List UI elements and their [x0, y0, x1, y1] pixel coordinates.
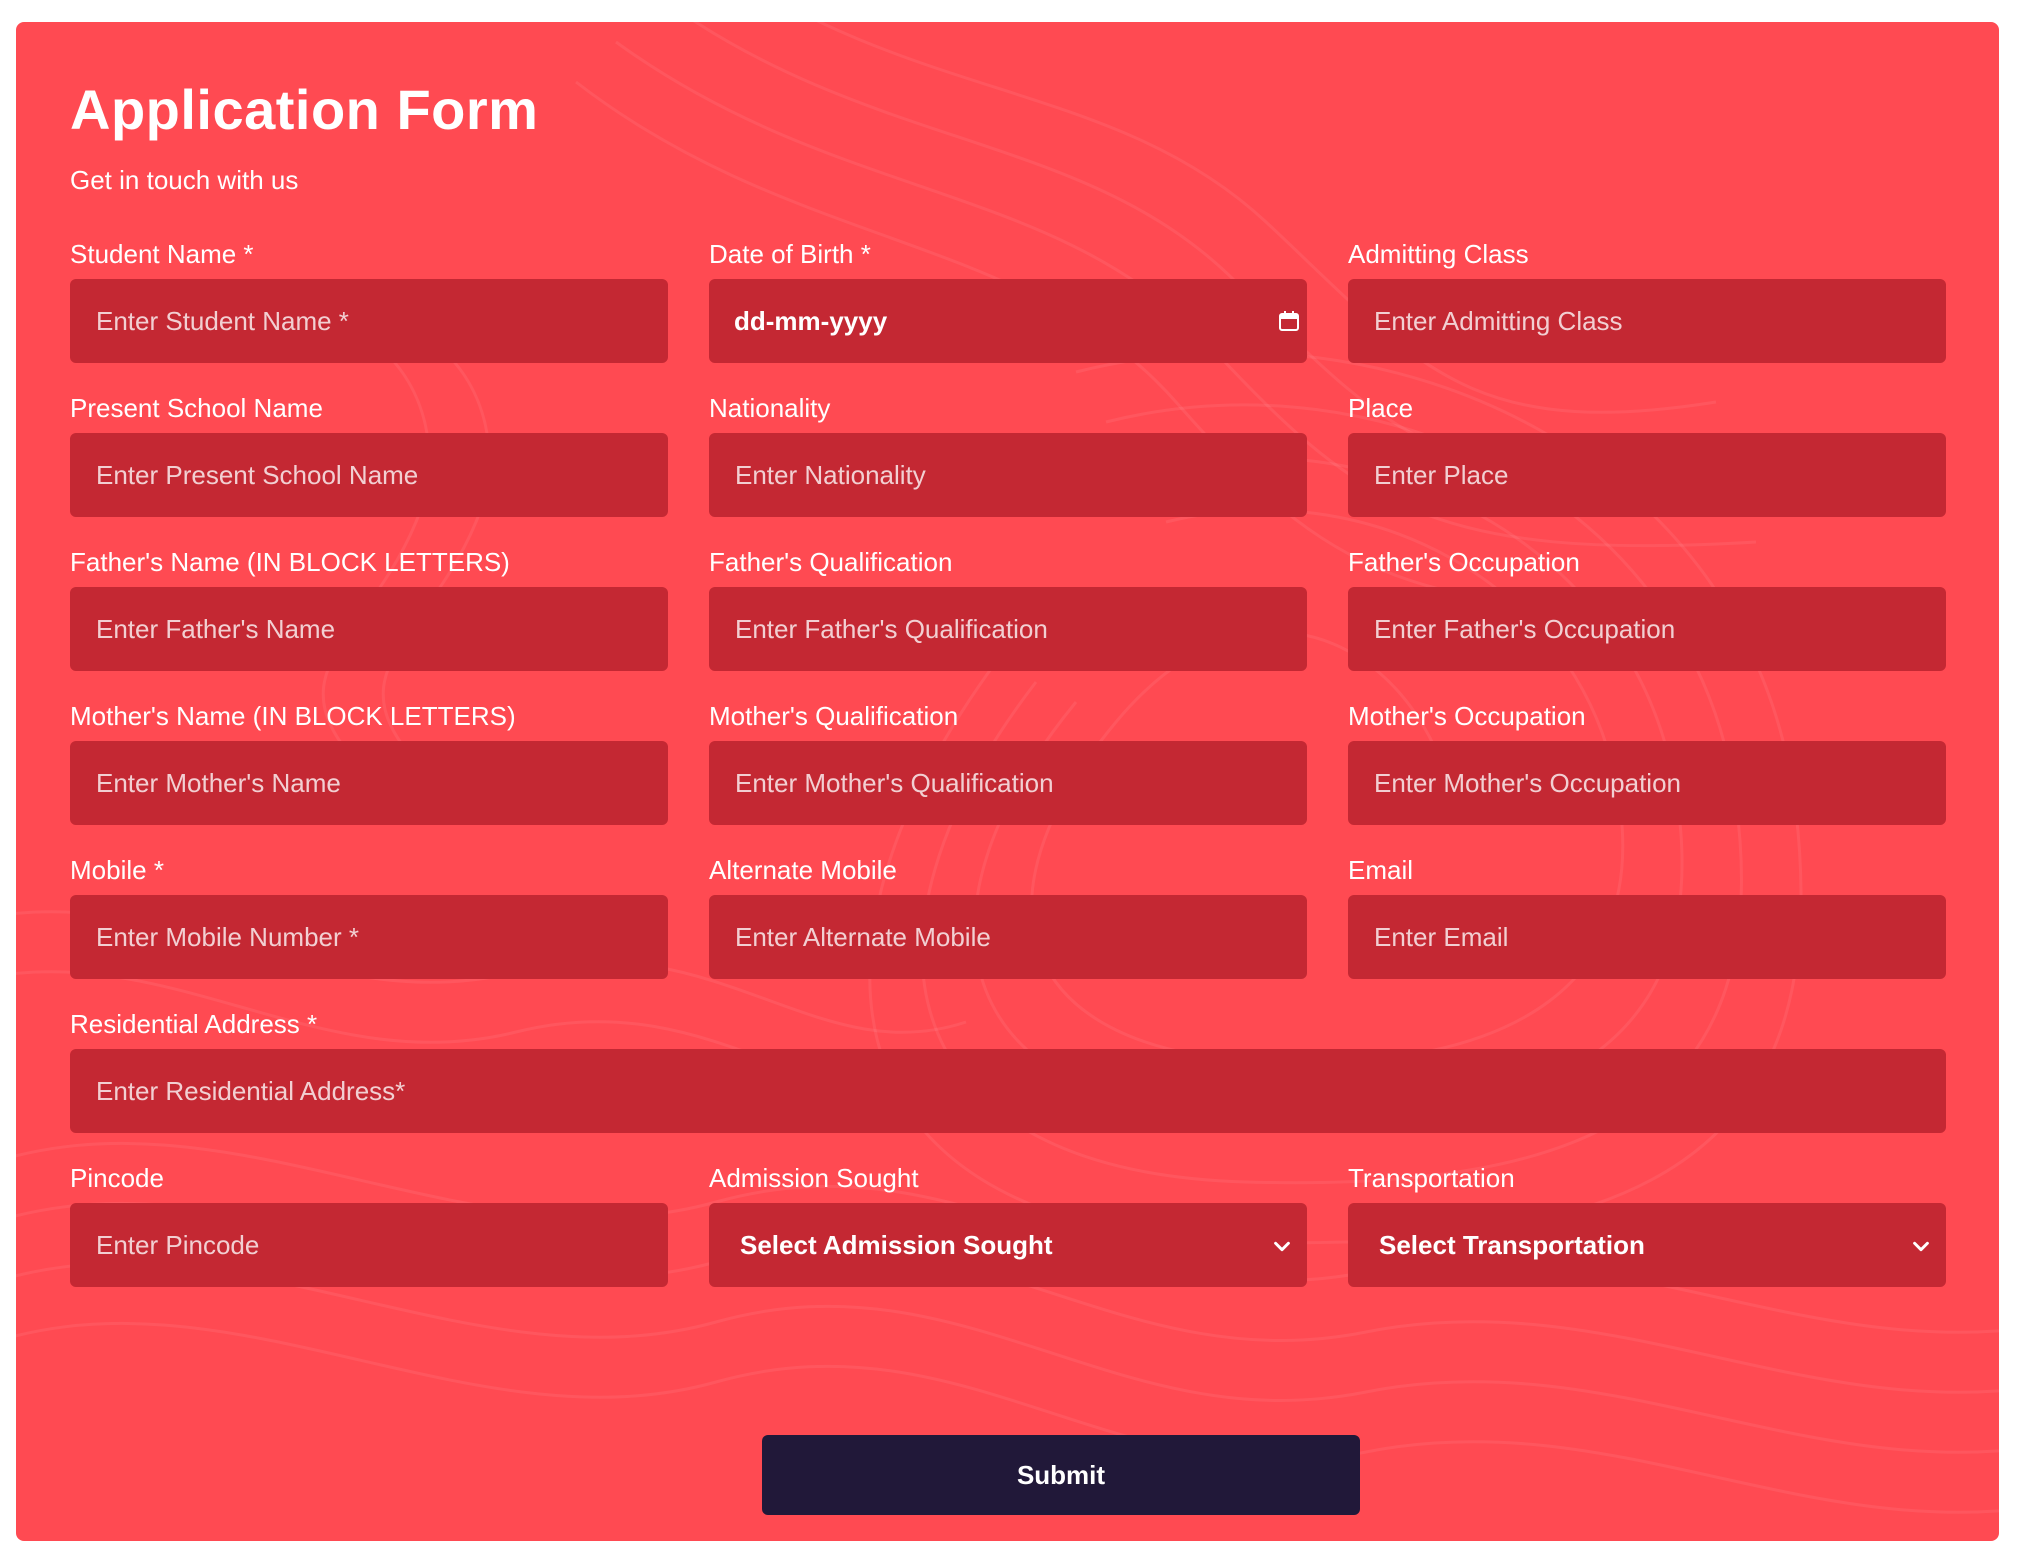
alternate-mobile-label: Alternate Mobile	[709, 855, 897, 885]
mother-occupation-box	[1348, 741, 1946, 825]
father-qualification-box	[709, 587, 1307, 671]
nationality-box	[709, 433, 1307, 517]
form-title: Application Form	[70, 78, 539, 141]
father-qualification-label: Father's Qualification	[709, 547, 953, 577]
chevron-down-icon	[1913, 1241, 1929, 1252]
pincode-input[interactable]	[70, 1203, 668, 1287]
field-admitting-class: Admitting Class	[1348, 241, 1946, 363]
present-school-input[interactable]	[70, 433, 668, 517]
father-name-input[interactable]	[70, 587, 668, 671]
chevron-down-icon	[1274, 1241, 1290, 1252]
admission-sought-selected: Select Admission Sought	[740, 1230, 1053, 1260]
field-mother-occupation: Mother's Occupation	[1348, 703, 1946, 825]
mother-qualification-label: Mother's Qualification	[709, 701, 959, 731]
field-residential-address: Residential Address *	[70, 1011, 1946, 1133]
mother-qualification-input[interactable]	[709, 741, 1307, 825]
field-nationality: Nationality	[709, 395, 1307, 517]
father-name-box	[70, 587, 668, 671]
calendar-icon[interactable]	[1277, 309, 1301, 333]
alternate-mobile-box	[709, 895, 1307, 979]
admitting-class-label: Admitting Class	[1348, 239, 1529, 269]
transportation-select[interactable]: Select Transportation	[1348, 1203, 1946, 1287]
field-student-name: Student Name *	[70, 241, 668, 363]
date-of-birth-value: dd-mm-yyyy	[734, 306, 888, 336]
mother-qualification-box	[709, 741, 1307, 825]
father-qualification-input[interactable]	[709, 587, 1307, 671]
field-present-school: Present School Name	[70, 395, 668, 517]
place-label: Place	[1348, 393, 1414, 423]
form-subtitle: Get in touch with us	[70, 165, 299, 196]
pincode-label: Pincode	[70, 1163, 164, 1193]
alternate-mobile-input[interactable]	[709, 895, 1307, 979]
email-label: Email	[1348, 855, 1414, 885]
father-occupation-box	[1348, 587, 1946, 671]
form-fields-grid: Student Name * Date of Birth * dd-mm-yyy…	[70, 241, 1946, 1287]
field-mobile: Mobile *	[70, 857, 668, 979]
mobile-box	[70, 895, 668, 979]
mobile-label: Mobile *	[70, 855, 164, 885]
application-form-card: Application Form Get in touch with us St…	[16, 22, 1999, 1541]
mother-name-input[interactable]	[70, 741, 668, 825]
student-name-box	[70, 279, 668, 363]
email-input[interactable]	[1348, 895, 1946, 979]
field-place: Place	[1348, 395, 1946, 517]
date-of-birth-input[interactable]: dd-mm-yyyy	[709, 279, 1307, 363]
admission-sought-select[interactable]: Select Admission Sought	[709, 1203, 1307, 1287]
admission-sought-label: Admission Sought	[709, 1163, 919, 1193]
form-content: Application Form Get in touch with us St…	[70, 76, 1946, 1515]
student-name-label: Student Name *	[70, 239, 254, 269]
mobile-input[interactable]	[70, 895, 668, 979]
admitting-class-input[interactable]	[1348, 279, 1946, 363]
present-school-box	[70, 433, 668, 517]
father-occupation-label: Father's Occupation	[1348, 547, 1580, 577]
mother-name-box	[70, 741, 668, 825]
present-school-label: Present School Name	[70, 393, 323, 423]
transportation-label: Transportation	[1348, 1163, 1515, 1193]
field-date-of-birth: Date of Birth * dd-mm-yyyy	[709, 241, 1307, 363]
place-input[interactable]	[1348, 433, 1946, 517]
field-transportation: Transportation Select Transportation	[1348, 1165, 1946, 1287]
father-name-label: Father's Name (IN BLOCK LETTERS)	[70, 547, 510, 577]
field-father-occupation: Father's Occupation	[1348, 549, 1946, 671]
pincode-box	[70, 1203, 668, 1287]
field-pincode: Pincode	[70, 1165, 668, 1287]
field-admission-sought: Admission Sought Select Admission Sought	[709, 1165, 1307, 1287]
place-box	[1348, 433, 1946, 517]
mother-occupation-input[interactable]	[1348, 741, 1946, 825]
nationality-label: Nationality	[709, 393, 831, 423]
field-email: Email	[1348, 857, 1946, 979]
field-father-qualification: Father's Qualification	[709, 549, 1307, 671]
admitting-class-box	[1348, 279, 1946, 363]
date-of-birth-label: Date of Birth *	[709, 239, 871, 269]
mother-name-label: Mother's Name (IN BLOCK LETTERS)	[70, 701, 516, 731]
field-father-name: Father's Name (IN BLOCK LETTERS)	[70, 549, 668, 671]
field-alternate-mobile: Alternate Mobile	[709, 857, 1307, 979]
field-mother-qualification: Mother's Qualification	[709, 703, 1307, 825]
residential-address-box	[70, 1049, 1946, 1133]
residential-address-input[interactable]	[70, 1049, 1946, 1133]
nationality-input[interactable]	[709, 433, 1307, 517]
field-mother-name: Mother's Name (IN BLOCK LETTERS)	[70, 703, 668, 825]
student-name-input[interactable]	[70, 279, 668, 363]
mother-occupation-label: Mother's Occupation	[1348, 701, 1586, 731]
father-occupation-input[interactable]	[1348, 587, 1946, 671]
submit-button[interactable]: Submit	[762, 1435, 1360, 1515]
residential-address-label: Residential Address *	[70, 1009, 318, 1039]
transportation-selected: Select Transportation	[1379, 1230, 1645, 1260]
email-box	[1348, 895, 1946, 979]
